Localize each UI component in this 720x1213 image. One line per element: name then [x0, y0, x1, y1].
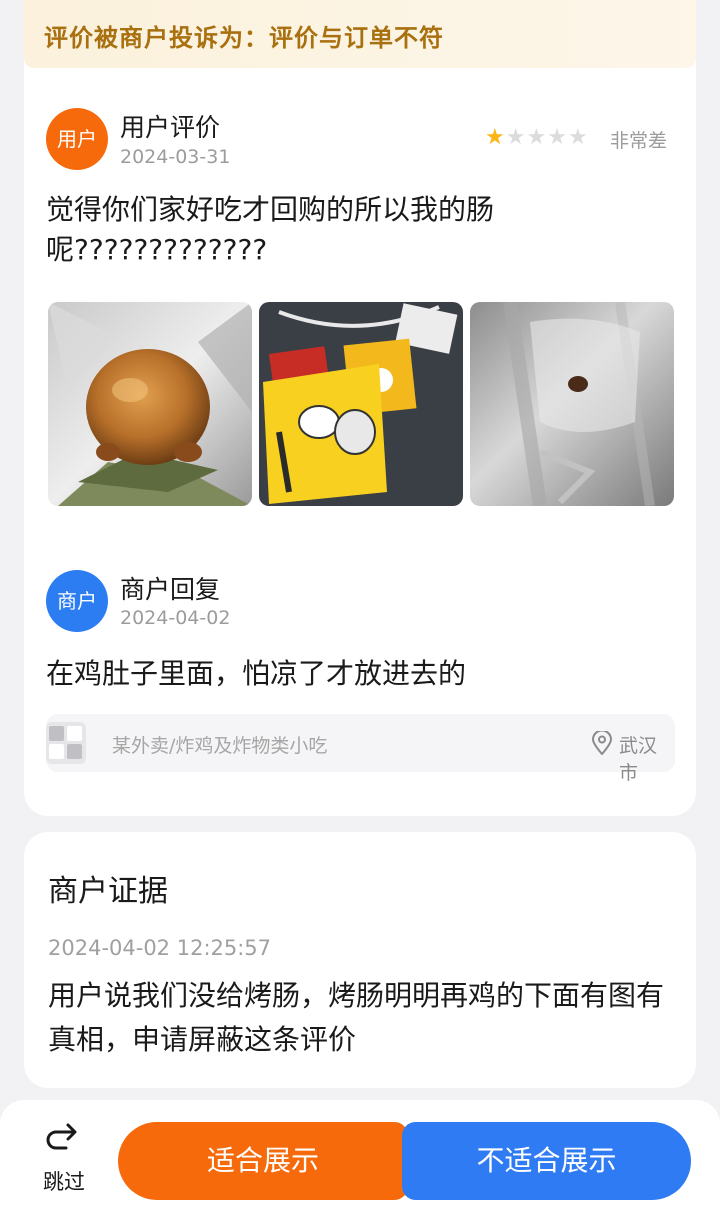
- review-text: 觉得你们家好吃才回购的所以我的肠呢?????????????: [46, 193, 495, 266]
- user-avatar: 用户: [46, 108, 108, 170]
- merchant-evidence-card: 商户证据 2024-04-02 12:25:57 用户说我们没给烤肠，烤肠明明再…: [24, 832, 696, 1088]
- rating-label: 非常差: [610, 130, 668, 152]
- store-icon: [46, 722, 86, 764]
- star-icon: ★: [505, 125, 526, 150]
- evidence-title: 商户证据: [48, 874, 168, 909]
- review-author: 用户评价: [120, 113, 221, 142]
- reply-author: 商户回复: [120, 575, 221, 604]
- star-icon: ★: [547, 125, 567, 150]
- star-icon: ★: [485, 125, 505, 150]
- roast-chicken-photo[interactable]: [48, 302, 252, 506]
- star-icon: ★: [526, 125, 547, 150]
- star-rating: ★ ★ ★ ★ ★: [485, 126, 588, 150]
- skip-button[interactable]: 跳过: [34, 1120, 94, 1196]
- store-info-bar[interactable]: 某外卖/炸鸡及炸物类小吃 武汉市: [46, 714, 675, 784]
- reply-date: 2024-04-02: [120, 607, 231, 629]
- foil-bag-photo[interactable]: [470, 302, 674, 506]
- star-icon: ★: [567, 125, 588, 150]
- sauce-packets-photo[interactable]: [259, 302, 463, 506]
- unsuitable-to-display-button[interactable]: 不适合展示: [402, 1122, 691, 1200]
- evidence-text: 用户说我们没给烤肠，烤肠明明再鸡的下面有图有真相，申请屏蔽这条评价: [48, 979, 665, 1056]
- complaint-banner-text: 评价被商户投诉为：评价与订单不符: [44, 24, 444, 52]
- action-bar: 跳过 适合展示 不适合展示: [0, 1100, 720, 1213]
- complaint-banner: 评价被商户投诉为：评价与订单不符: [24, 0, 696, 68]
- location-pin-icon: [591, 731, 613, 755]
- redo-arrow-icon: [46, 1123, 77, 1150]
- reply-text: 在鸡肚子里面，怕凉了才放进去的: [46, 657, 467, 690]
- skip-label: 跳过: [43, 1170, 85, 1194]
- review-card: 评价被商户投诉为：评价与订单不符 用户 用户评价 2024-03-31 ★ ★ …: [24, 0, 696, 816]
- store-location: 武汉市: [619, 735, 658, 784]
- evidence-time: 2024-04-02 12:25:57: [48, 936, 272, 960]
- merchant-avatar: 商户: [46, 570, 108, 632]
- suitable-to-display-button[interactable]: 适合展示: [118, 1122, 408, 1200]
- review-date: 2024-03-31: [120, 146, 231, 168]
- store-name: 某外卖/炸鸡及炸物类小吃: [112, 735, 328, 757]
